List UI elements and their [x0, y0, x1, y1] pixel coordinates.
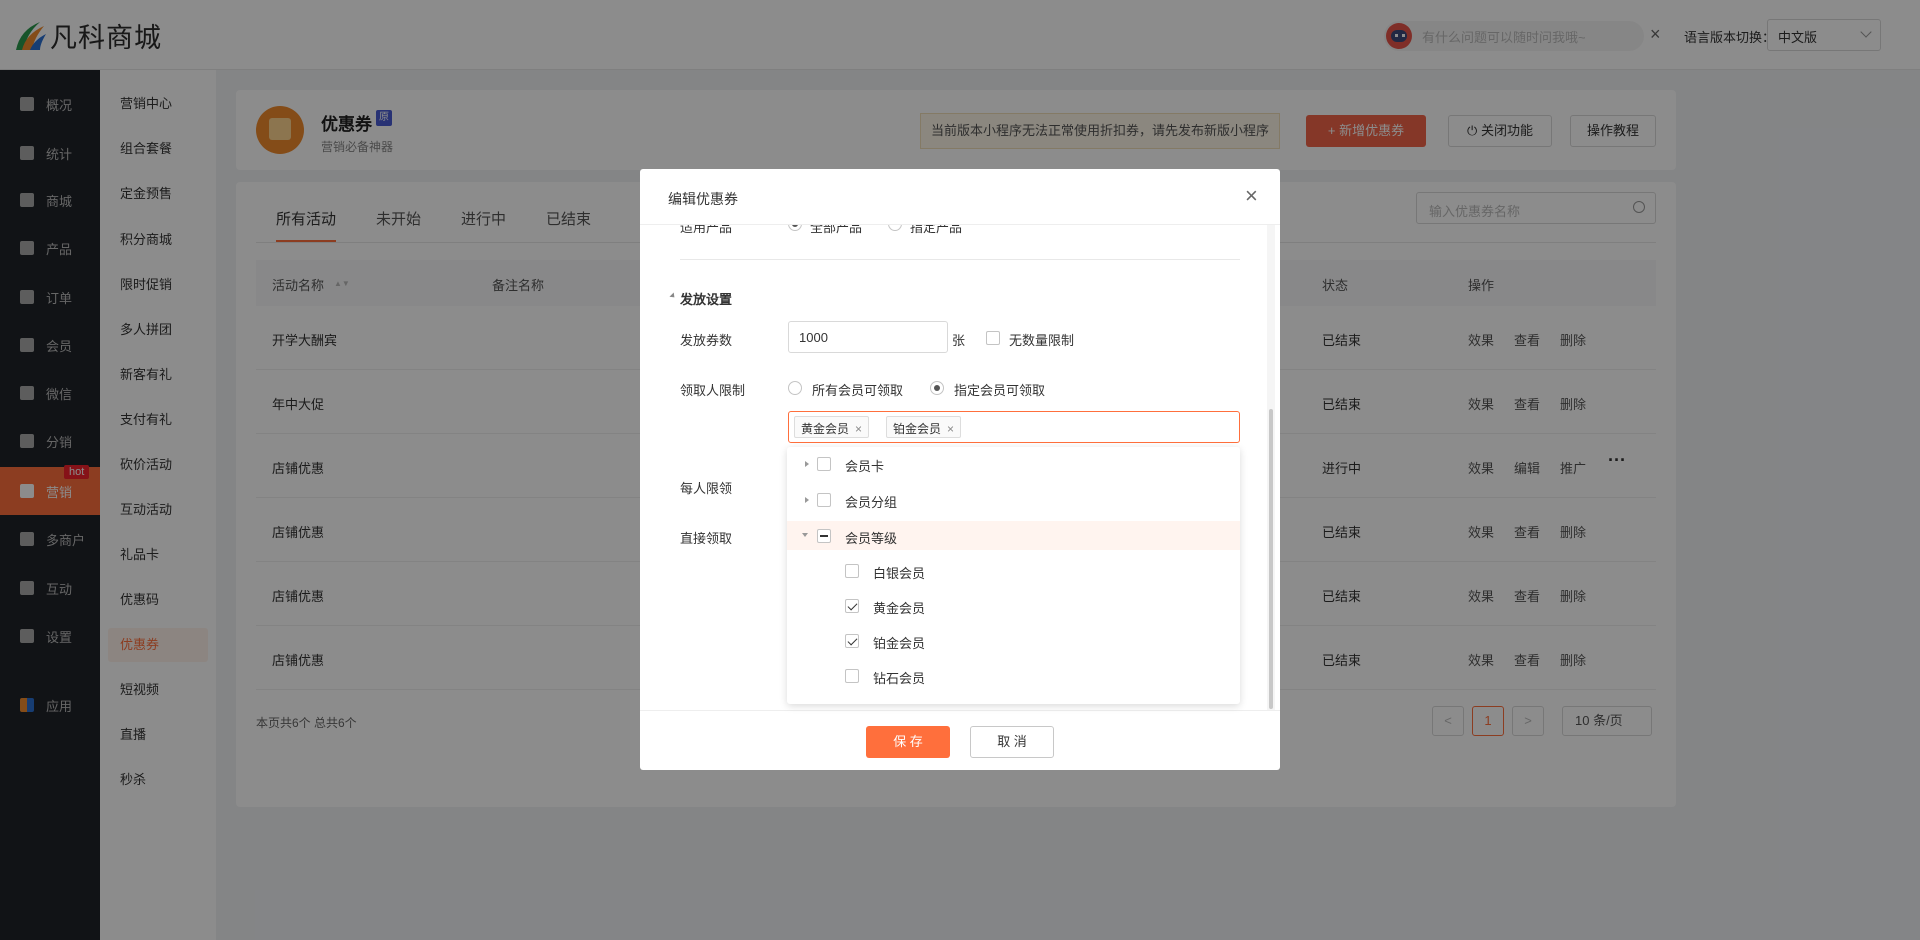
tree-checkbox-checked[interactable] — [845, 634, 859, 648]
tree-node-label: 会员等级 — [845, 531, 898, 546]
unlimited-label: 无数量限制 — [1009, 333, 1075, 348]
tree-node-label: 钻石会员 — [873, 671, 926, 686]
tree-node-label: 铂金会员 — [873, 636, 926, 651]
dialog-scrollbar-thumb[interactable] — [1269, 409, 1273, 709]
issue-count-input[interactable]: 1000 — [788, 321, 948, 353]
tree-node-label: 会员分组 — [845, 495, 898, 510]
section-title[interactable]: 发放设置 — [680, 289, 732, 308]
unlimited-checkbox[interactable] — [986, 331, 1000, 345]
tree-node-platinum[interactable]: 铂金会员 — [787, 626, 1240, 655]
per-person-limit-label: 每人限领 — [680, 481, 733, 496]
tree-node-silver[interactable]: 白银会员 — [787, 556, 1240, 585]
save-button[interactable]: 保 存 — [866, 726, 950, 758]
tree-node-gold[interactable]: 黄金会员 — [787, 591, 1240, 620]
section-divider — [680, 259, 1240, 260]
selected-tag: 黄金会员 × — [794, 416, 870, 438]
selected-tag: 铂金会员 × — [886, 416, 962, 438]
tree-node-member-level[interactable]: 会员等级 — [787, 521, 1240, 550]
caret-down-icon[interactable] — [802, 533, 808, 537]
product-scope-label: 适用产品 — [680, 225, 733, 235]
caret-right-icon[interactable] — [805, 461, 809, 467]
issue-count-label: 发放券数 — [680, 333, 733, 348]
specific-members-radio[interactable] — [930, 381, 944, 395]
issue-count-value: 1000 — [799, 330, 828, 345]
all-products-label: 全部产品 — [810, 225, 863, 235]
cancel-button[interactable]: 取 消 — [970, 726, 1054, 758]
tree-node-member-card[interactable]: 会员卡 — [787, 449, 1240, 478]
tree-node-diamond[interactable]: 钻石会员 — [787, 661, 1240, 690]
all-products-radio[interactable] — [788, 225, 802, 231]
specific-products-radio[interactable] — [888, 225, 902, 231]
caret-right-icon[interactable] — [805, 497, 809, 503]
tree-node-member-group[interactable]: 会员分组 — [787, 485, 1240, 514]
dialog-footer: 保 存 取 消 — [640, 710, 1280, 770]
issue-unit: 张 — [952, 333, 966, 348]
tree-node-label: 白银会员 — [873, 566, 926, 581]
dialog-title: 编辑优惠券 — [668, 191, 738, 207]
tree-checkbox[interactable] — [845, 669, 859, 683]
tree-node-label: 会员卡 — [845, 459, 885, 474]
tree-checkbox[interactable] — [845, 564, 859, 578]
specific-products-label: 指定产品 — [910, 225, 963, 235]
all-members-label: 所有会员可领取 — [812, 383, 904, 398]
tree-node-label: 黄金会员 — [873, 601, 926, 616]
tree-checkbox-partial[interactable] — [817, 529, 831, 543]
close-icon[interactable]: × — [1245, 185, 1258, 207]
all-members-radio[interactable] — [788, 381, 802, 395]
specific-members-label: 指定会员可领取 — [954, 383, 1046, 398]
member-tree-dropdown: 会员卡 会员分组 会员等级 白银会员 黄金会员 铂金会员 钻石会员 — [787, 447, 1240, 704]
tag-label: 铂金会员 — [893, 422, 942, 436]
claim-limit-label: 领取人限制 — [680, 383, 746, 398]
tag-label: 黄金会员 — [801, 422, 850, 436]
direct-claim-label: 直接领取 — [680, 531, 733, 546]
tag-remove-icon[interactable]: × — [947, 422, 954, 436]
tree-checkbox-checked[interactable] — [845, 599, 859, 613]
member-tag-select[interactable]: 黄金会员 × 铂金会员 × — [788, 411, 1240, 443]
tree-checkbox[interactable] — [817, 457, 831, 471]
tag-remove-icon[interactable]: × — [855, 422, 862, 436]
tree-checkbox[interactable] — [817, 493, 831, 507]
